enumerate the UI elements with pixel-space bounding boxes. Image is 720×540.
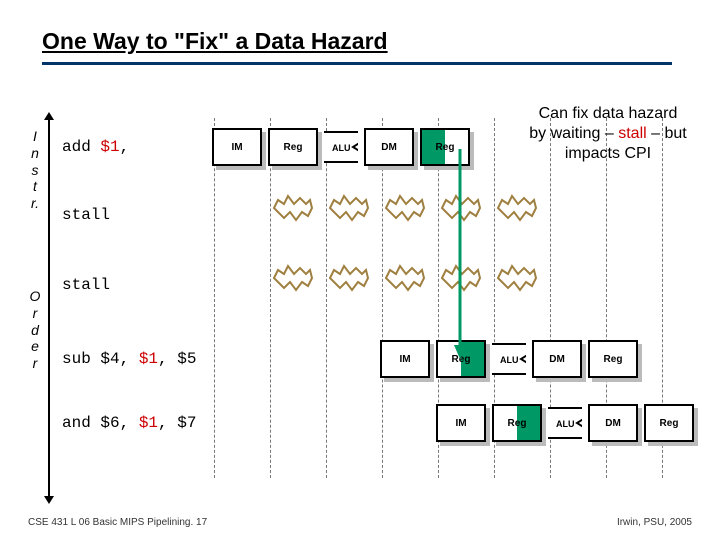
bubble-icon bbox=[382, 264, 426, 292]
stage-dm: DM bbox=[532, 340, 582, 378]
sep-text: , bbox=[120, 350, 139, 368]
note-highlight: stall bbox=[618, 125, 646, 142]
pipeline-row-sub: sub $4, $1, $5 IM Reg ALU DM Reg bbox=[62, 336, 638, 382]
src-reg: $1 bbox=[139, 414, 158, 432]
stage-reg-read: Reg bbox=[492, 404, 542, 442]
dst-text: $6 bbox=[100, 414, 119, 432]
stage-im: IM bbox=[380, 340, 430, 378]
bubble-icon bbox=[270, 194, 314, 222]
hazard-arrow bbox=[440, 145, 480, 365]
instr-and: and $6, $1, $7 bbox=[62, 414, 352, 432]
instr-stall1: stall bbox=[62, 206, 212, 224]
stage-reg-read: Reg bbox=[268, 128, 318, 166]
def-reg: $1 bbox=[100, 138, 119, 156]
alu-icon: ALU bbox=[492, 337, 526, 381]
instr-sub: sub $4, $1, $5 bbox=[62, 350, 352, 368]
rest-text: , $5 bbox=[158, 350, 196, 368]
bubble-icon bbox=[326, 194, 370, 222]
title-underline bbox=[42, 62, 672, 65]
op-text: add bbox=[62, 138, 100, 156]
alu-icon: ALU bbox=[324, 125, 358, 169]
bubble-icon bbox=[270, 264, 314, 292]
src-reg: $1 bbox=[139, 350, 158, 368]
op-text: sub bbox=[62, 350, 100, 368]
stage-im: IM bbox=[436, 404, 486, 442]
ylabel-instr: I n s t r. bbox=[28, 128, 42, 212]
stage-dm: DM bbox=[364, 128, 414, 166]
bubble-icon bbox=[494, 264, 538, 292]
annotation-note: Can fix data hazard by waiting – stall –… bbox=[528, 104, 688, 164]
pipeline-row-add: add $1, IM Reg ALU DM Reg bbox=[62, 124, 470, 170]
pipeline-row-stall2: stall bbox=[62, 262, 212, 308]
sep-text: , bbox=[120, 414, 139, 432]
pipe-stages-and: IM Reg ALU DM Reg bbox=[436, 401, 694, 445]
instruction-order-axis bbox=[48, 118, 50, 498]
instr-stall2: stall bbox=[62, 276, 212, 294]
slide-title: One Way to "Fix" a Data Hazard bbox=[42, 28, 388, 55]
svg-text:ALU: ALU bbox=[500, 355, 519, 365]
ylabel-order: O r d e r bbox=[28, 288, 42, 372]
op-text: and bbox=[62, 414, 100, 432]
footer-right: Irwin, PSU, 2005 bbox=[617, 517, 692, 528]
stage-alu: ALU bbox=[548, 401, 582, 445]
svg-text:ALU: ALU bbox=[332, 143, 351, 153]
pipeline-row-and: and $6, $1, $7 IM Reg ALU DM Reg bbox=[62, 400, 694, 446]
alu-icon: ALU bbox=[548, 401, 582, 445]
instr-add: add $1, bbox=[62, 138, 212, 156]
footer-left: CSE 431 L 06 Basic MIPS Pipelining. 17 bbox=[28, 517, 207, 528]
pipeline-row-stall1: stall bbox=[62, 192, 212, 238]
bubble-row-2 bbox=[270, 264, 538, 292]
pipe-stages-sub: IM Reg ALU DM Reg bbox=[380, 337, 638, 381]
stage-dm: DM bbox=[588, 404, 638, 442]
stage-reg-write: Reg bbox=[588, 340, 638, 378]
rest-text: , bbox=[120, 138, 130, 156]
stage-alu: ALU bbox=[492, 337, 526, 381]
stage-alu: ALU bbox=[324, 125, 358, 169]
stage-reg-write: Reg bbox=[644, 404, 694, 442]
bubble-icon bbox=[326, 264, 370, 292]
bubble-icon bbox=[494, 194, 538, 222]
bubble-icon bbox=[382, 194, 426, 222]
dst-text: $4 bbox=[100, 350, 119, 368]
rest-text: , $7 bbox=[158, 414, 196, 432]
bubble-row-1 bbox=[270, 194, 538, 222]
pipe-stages-add: IM Reg ALU DM Reg bbox=[212, 125, 470, 169]
svg-text:ALU: ALU bbox=[556, 419, 575, 429]
stage-im: IM bbox=[212, 128, 262, 166]
